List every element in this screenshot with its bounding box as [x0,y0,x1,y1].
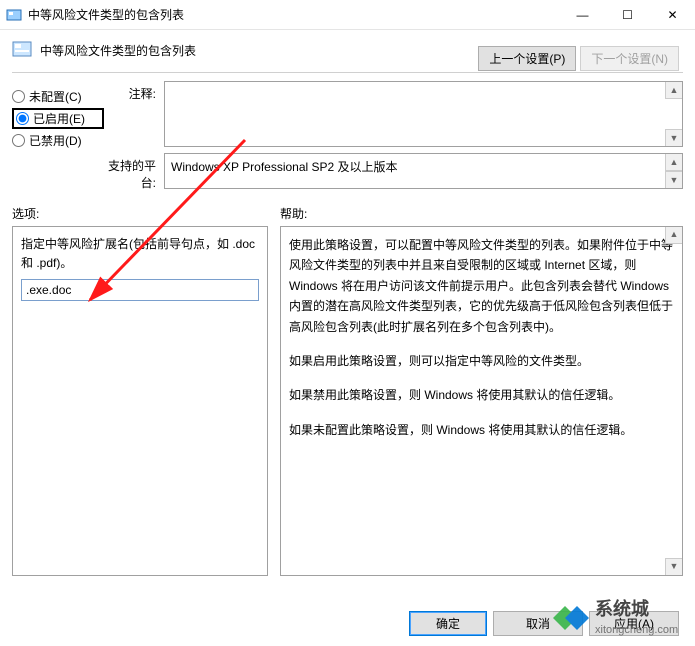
close-button[interactable]: ✕ [650,0,695,29]
extensions-input[interactable] [21,279,259,301]
radio-enabled-input[interactable] [16,112,29,125]
maximize-button[interactable]: ☐ [605,0,650,29]
help-paragraph-1: 使用此策略设置，可以配置中等风险文件类型的列表。如果附件位于中等风险文件类型的列… [289,235,674,337]
minimize-button[interactable]: — [560,0,605,29]
window-title: 中等风险文件类型的包含列表 [28,6,560,23]
state-radio-group: 未配置(C) 已启用(E) 已禁用(D) [12,81,104,191]
platform-value: Windows XP Professional SP2 及以上版本 [171,160,398,174]
radio-enabled[interactable]: 已启用(E) [12,108,104,129]
radio-disabled[interactable]: 已禁用(D) [12,131,104,150]
apply-button[interactable]: 应用(A) [589,611,679,636]
prev-setting-button[interactable]: 上一个设置(P) [478,46,576,71]
radio-not-configured-label: 未配置(C) [29,88,82,105]
help-pane: 使用此策略设置，可以配置中等风险文件类型的列表。如果附件位于中等风险文件类型的列… [280,226,683,576]
options-pane: 指定中等风险扩展名(包括前导句点，如 .doc 和 .pdf)。 [12,226,268,576]
scroll-down-icon[interactable]: ▼ [665,171,682,188]
help-paragraph-3: 如果禁用此策略设置，则 Windows 将使用其默认的信任逻辑。 [289,385,674,405]
radio-not-configured[interactable]: 未配置(C) [12,87,104,106]
comment-textarea[interactable]: ▲ ▼ [164,81,683,147]
platform-label: 支持的平台: [104,153,164,191]
options-header: 选项: [12,205,268,222]
app-icon [6,7,22,23]
policy-icon [12,40,32,60]
help-paragraph-2: 如果启用此策略设置，则可以指定中等风险的文件类型。 [289,351,674,371]
radio-not-configured-input[interactable] [12,90,25,103]
cancel-button[interactable]: 取消 [493,611,583,636]
scroll-down-icon[interactable]: ▼ [665,129,682,146]
scroll-down-icon[interactable]: ▼ [665,558,682,575]
next-setting-button: 下一个设置(N) [580,46,679,71]
options-description: 指定中等风险扩展名(包括前导句点，如 .doc 和 .pdf)。 [21,235,259,273]
radio-disabled-input[interactable] [12,134,25,147]
radio-disabled-label: 已禁用(D) [29,132,82,149]
platform-box: Windows XP Professional SP2 及以上版本 ▲ ▼ [164,153,683,189]
help-header: 帮助: [268,205,683,222]
scroll-up-icon[interactable]: ▲ [665,82,682,99]
scroll-up-icon[interactable]: ▲ [665,227,682,244]
scroll-up-icon[interactable]: ▲ [665,154,682,171]
comment-label: 注释: [104,81,164,102]
ok-button[interactable]: 确定 [409,611,487,636]
titlebar: 中等风险文件类型的包含列表 — ☐ ✕ [0,0,695,30]
radio-enabled-label: 已启用(E) [33,110,85,127]
subheader-title: 中等风险文件类型的包含列表 [40,42,196,59]
dialog-footer: 确定 取消 应用(A) [409,611,679,636]
help-paragraph-4: 如果未配置此策略设置，则 Windows 将使用其默认的信任逻辑。 [289,420,674,440]
